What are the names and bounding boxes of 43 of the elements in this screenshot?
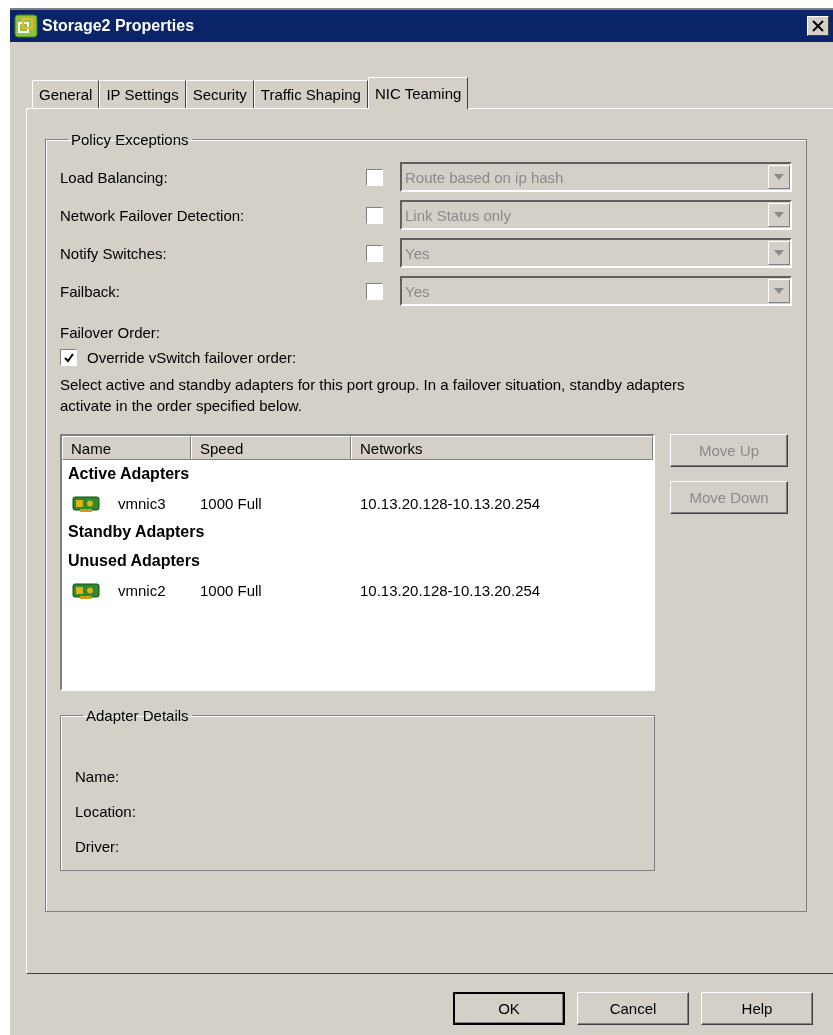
tab[interactable]: General: [32, 80, 100, 108]
app-logo-icon: [14, 14, 38, 38]
network-card-icon: [72, 494, 100, 513]
tab[interactable]: Security: [185, 80, 254, 108]
adapter-networks: 10.13.20.128-10.13.20.254: [360, 582, 542, 599]
dropdown-arrow-icon: [774, 174, 784, 180]
dropdown-arrow-icon: [774, 288, 784, 294]
adapter-name: vmnic3: [118, 495, 167, 512]
group-label: Unused Adapters: [67, 551, 201, 571]
field-label: Load Balancing:: [60, 168, 169, 186]
adapter-name: vmnic2: [118, 582, 167, 599]
section-label: Failover Order:: [60, 324, 162, 341]
tab[interactable]: IP Settings: [99, 80, 186, 108]
close-button[interactable]: [807, 16, 829, 36]
network-card-icon: [72, 581, 100, 600]
column-header[interactable]: Networks: [351, 436, 653, 460]
column-header[interactable]: Speed: [191, 436, 351, 460]
tab[interactable]: NIC Teaming: [367, 77, 469, 109]
checkbox[interactable]: [60, 349, 77, 366]
checkbox-label: Override vSwitch failover order:: [87, 349, 297, 366]
field-label: Name:: [75, 768, 121, 787]
group-title: Adapter Details: [85, 707, 190, 724]
field-label: Network Failover Detection:: [60, 206, 246, 224]
close-icon: [812, 20, 824, 32]
field-label: Driver:: [75, 838, 121, 857]
field-label: Notify Switches:: [60, 244, 168, 262]
field-label: Location:: [75, 803, 137, 822]
field-label: Failback:: [60, 282, 122, 300]
group-label: Active Adapters: [67, 464, 191, 484]
column-header[interactable]: Name: [62, 436, 191, 460]
adapter-networks: 10.13.20.128-10.13.20.254: [360, 495, 542, 512]
dialog-button[interactable]: OK: [453, 992, 565, 1025]
dialog-button[interactable]: Cancel: [577, 992, 689, 1025]
description-text: Select active and standby adapters for this port group. In a failover situation, standby adapters activate in the order specified below.: [60, 375, 686, 416]
tab[interactable]: Traffic Shaping: [253, 80, 368, 108]
group-label: Standby Adapters: [67, 522, 206, 542]
dialog-button[interactable]: Help: [701, 992, 813, 1025]
adapter-speed: 1000 Full: [200, 495, 263, 512]
dropdown-arrow-icon: [774, 212, 784, 218]
dropdown-arrow-icon: [774, 250, 784, 256]
adapter-speed: 1000 Full: [200, 582, 263, 599]
group-title: Policy Exceptions: [70, 131, 190, 148]
window-title: Storage2 Properties: [42, 17, 196, 35]
